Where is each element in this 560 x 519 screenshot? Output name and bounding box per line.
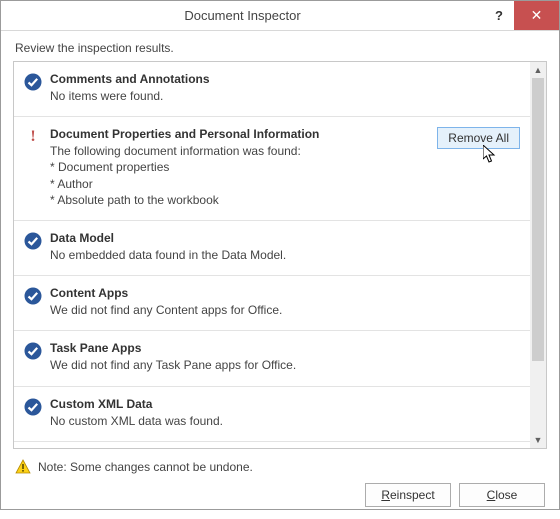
- footer: Reinspect Close: [1, 483, 559, 519]
- result-item: Custom XML Data No custom XML data was fo…: [14, 387, 530, 442]
- result-line: * Absolute path to the workbook: [50, 192, 429, 208]
- result-line: * Author: [50, 176, 429, 192]
- result-item: Headers and FootersNo headers or footers…: [14, 442, 530, 448]
- result-line: No custom XML data was found.: [50, 413, 520, 429]
- check-icon: [24, 287, 42, 305]
- scroll-thumb[interactable]: [532, 78, 544, 361]
- window-close-button[interactable]: ✕: [514, 1, 559, 30]
- result-item: Task Pane Apps We did not find any Task P…: [14, 331, 530, 386]
- result-title: Document Properties and Personal Informa…: [50, 127, 429, 141]
- titlebar: Document Inspector ? ✕: [1, 1, 559, 31]
- result-line: The following document information was f…: [50, 143, 429, 159]
- result-title: Task Pane Apps: [50, 341, 520, 355]
- result-line: * Document properties: [50, 159, 429, 175]
- check-icon: [24, 342, 42, 360]
- window-title: Document Inspector: [1, 1, 484, 30]
- check-icon: [24, 232, 42, 250]
- result-item: Comments and Annotations No items were fo…: [14, 62, 530, 117]
- result-item: ! Document Properties and Personal Inform…: [14, 117, 530, 221]
- result-title: Custom XML Data: [50, 397, 520, 411]
- results-panel: Comments and Annotations No items were fo…: [13, 61, 547, 449]
- close-button[interactable]: Close: [459, 483, 545, 507]
- subtitle: Review the inspection results.: [1, 31, 559, 61]
- result-title: Content Apps: [50, 286, 520, 300]
- remove-all-button[interactable]: Remove All: [437, 127, 520, 149]
- warning-icon: [15, 459, 31, 475]
- note-text: Note: Some changes cannot be undone.: [38, 460, 253, 474]
- scroll-down-arrow-icon[interactable]: ▼: [530, 432, 546, 448]
- scroll-up-arrow-icon[interactable]: ▲: [530, 62, 546, 78]
- result-title: Comments and Annotations: [50, 72, 520, 86]
- help-button[interactable]: ?: [484, 1, 514, 30]
- alert-icon: !: [24, 128, 42, 146]
- result-item: Content Apps We did not find any Content …: [14, 276, 530, 331]
- result-line: No items were found.: [50, 88, 520, 104]
- scroll-track[interactable]: [530, 78, 546, 432]
- result-title: Data Model: [50, 231, 520, 245]
- result-item: Data Model No embedded data found in the …: [14, 221, 530, 276]
- result-line: We did not find any Content apps for Off…: [50, 302, 520, 318]
- reinspect-button[interactable]: Reinspect: [365, 483, 451, 507]
- result-line: We did not find any Task Pane apps for O…: [50, 357, 520, 373]
- scrollbar[interactable]: ▲ ▼: [530, 62, 546, 448]
- note-row: Note: Some changes cannot be undone.: [1, 449, 559, 483]
- result-line: No embedded data found in the Data Model…: [50, 247, 520, 263]
- results-list: Comments and Annotations No items were fo…: [14, 62, 530, 448]
- check-icon: [24, 73, 42, 91]
- check-icon: [24, 398, 42, 416]
